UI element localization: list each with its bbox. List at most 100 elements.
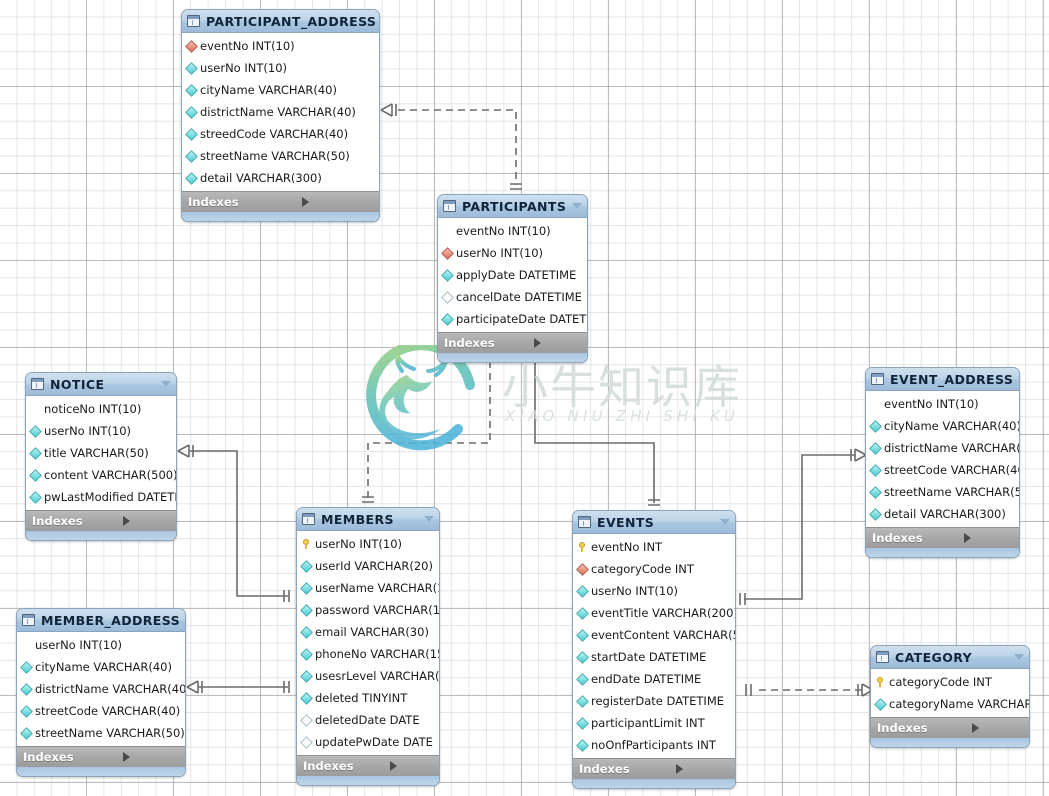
table-header-participant-address[interactable]: PARTICIPANT_ADDRESS (182, 10, 379, 33)
table-column[interactable]: registerDate DATETIME (573, 690, 735, 712)
table-column[interactable]: userNo INT(10) (182, 57, 379, 79)
table-column[interactable]: streetCode VARCHAR(40) (17, 700, 185, 722)
table-column[interactable]: applyDate DATETIME (438, 264, 587, 286)
expand-arrow-icon[interactable] (302, 197, 373, 207)
table-column[interactable]: eventContent VARCHAR(500) (573, 624, 735, 646)
table-column[interactable]: content VARCHAR(500) (26, 464, 176, 486)
expand-arrow-icon[interactable] (122, 516, 170, 526)
indexes-row[interactable]: Indexes (866, 527, 1019, 548)
table-column[interactable]: streetName VARCHAR(50) (182, 145, 379, 167)
table-column[interactable]: participantLimit INT (573, 712, 735, 734)
table-column[interactable]: userNo INT(10) (17, 634, 185, 656)
table-columns: userNo INT(10) userId VARCHAR(20) userName… (297, 531, 439, 755)
table-column[interactable]: streedCode VARCHAR(40) (182, 123, 379, 145)
table-column[interactable]: updatePwDate DATE (297, 731, 439, 753)
table-header-notice[interactable]: NOTICE (26, 373, 176, 396)
column-icon (29, 468, 42, 482)
expand-arrow-icon[interactable] (534, 338, 581, 348)
table-column[interactable]: deletedDate DATE (297, 709, 439, 731)
indexes-row[interactable]: Indexes (871, 717, 1029, 738)
table-column[interactable]: cityName VARCHAR(40) (866, 415, 1019, 437)
table-column[interactable]: noticeNo INT(10) (26, 398, 176, 420)
table-name: MEMBERS (321, 511, 394, 527)
table-column[interactable]: streetName VARCHAR(50) (866, 481, 1019, 503)
table-column[interactable]: categoryCode INT (573, 558, 735, 580)
table-column[interactable]: userNo INT(10) (438, 242, 587, 264)
table-header-participants[interactable]: PARTICIPANTS (438, 195, 587, 218)
table-column[interactable]: eventTitle VARCHAR(200) (573, 602, 735, 624)
table-column[interactable]: cityName VARCHAR(40) (17, 656, 185, 678)
table-entity-members[interactable]: MEMBERS userNo INT(10) userId VARCHAR(20) u… (296, 507, 440, 786)
table-column[interactable]: detail VARCHAR(300) (866, 503, 1019, 525)
table-entity-events[interactable]: EVENTS eventNo INT categoryCode INT userNo … (572, 510, 736, 789)
column-icon (300, 603, 313, 617)
table-header-event-address[interactable]: EVENT_ADDRESS (866, 368, 1019, 391)
indexes-row[interactable]: Indexes (297, 755, 439, 776)
table-column[interactable]: startDate DATETIME (573, 646, 735, 668)
table-column[interactable]: pwLastModified DATETIME (26, 486, 176, 508)
table-column[interactable]: categoryCode INT (871, 671, 1029, 693)
relation-member-address-members (186, 680, 290, 694)
table-footer (182, 212, 379, 221)
chevron-down-icon[interactable] (1014, 654, 1024, 660)
table-column[interactable]: deleted TINYINT (297, 687, 439, 709)
expand-arrow-icon[interactable] (675, 764, 729, 774)
table-column[interactable]: endDate DATETIME (573, 668, 735, 690)
indexes-row[interactable]: Indexes (438, 332, 587, 353)
table-column[interactable]: streetCode VARCHAR(40) (866, 459, 1019, 481)
table-entity-notice[interactable]: NOTICE noticeNo INT(10) userNo INT(10) titl… (25, 372, 177, 541)
table-column[interactable]: usesrLevel VARCHAR(5) (297, 665, 439, 687)
chevron-down-icon[interactable] (720, 519, 730, 525)
table-entity-participants[interactable]: PARTICIPANTS eventNo INT(10) userNo INT(10… (437, 194, 588, 363)
table-column[interactable]: categoryName VARCHAR(100) (871, 693, 1029, 715)
table-entity-category[interactable]: CATEGORY categoryCode INT categoryName VAR… (870, 645, 1030, 748)
indexes-row[interactable]: Indexes (26, 510, 176, 531)
chevron-down-icon[interactable] (161, 381, 171, 387)
expand-arrow-icon[interactable] (964, 533, 1013, 543)
chevron-down-icon[interactable] (424, 516, 434, 522)
column-label: streetCode VARCHAR(40) (884, 463, 1020, 477)
table-header-events[interactable]: EVENTS (573, 511, 735, 534)
column-icon (441, 312, 454, 326)
table-column[interactable]: userNo INT(10) (297, 533, 439, 555)
table-column[interactable]: detail VARCHAR(300) (182, 167, 379, 189)
table-column[interactable]: streetName VARCHAR(50) (17, 722, 185, 744)
table-header-member-address[interactable]: MEMBER_ADDRESS (17, 609, 185, 632)
relation-category-events (745, 683, 874, 697)
column-icon (20, 660, 33, 674)
chevron-down-icon[interactable] (185, 617, 186, 623)
table-column[interactable]: participateDate DATETIME (438, 308, 587, 330)
table-column[interactable]: userNo INT(10) (26, 420, 176, 442)
table-header-members[interactable]: MEMBERS (297, 508, 439, 531)
table-header-category[interactable]: CATEGORY (871, 646, 1029, 669)
table-column[interactable]: title VARCHAR(50) (26, 442, 176, 464)
table-column[interactable]: districtName VARCHAR(40) (866, 437, 1019, 459)
expand-arrow-icon[interactable] (389, 761, 433, 771)
chevron-down-icon[interactable] (1018, 376, 1019, 382)
table-column[interactable]: eventNo INT(10) (182, 35, 379, 57)
indexes-row[interactable]: Indexes (182, 191, 379, 212)
table-column[interactable]: userNo INT(10) (573, 580, 735, 602)
table-entity-participant-address[interactable]: PARTICIPANT_ADDRESS eventNo INT(10) userNo… (181, 9, 380, 222)
table-column[interactable]: phoneNo VARCHAR(15) (297, 643, 439, 665)
column-label: streedCode VARCHAR(40) (200, 127, 349, 141)
table-column[interactable]: cityName VARCHAR(40) (182, 79, 379, 101)
chevron-down-icon[interactable] (572, 203, 582, 209)
table-column[interactable]: email VARCHAR(30) (297, 621, 439, 643)
table-column[interactable]: password VARCHAR(100) (297, 599, 439, 621)
table-entity-member-address[interactable]: MEMBER_ADDRESS userNo INT(10) cityName VAR… (16, 608, 186, 777)
table-entity-event-address[interactable]: EVENT_ADDRESS eventNo INT(10) cityName VAR… (865, 367, 1020, 558)
table-column[interactable]: districtName VARCHAR(40) (17, 678, 185, 700)
table-column[interactable]: cancelDate DATETIME (438, 286, 587, 308)
expand-arrow-icon[interactable] (971, 723, 1023, 733)
table-column[interactable]: userName VARCHAR(10) (297, 577, 439, 599)
table-column[interactable]: districtName VARCHAR(40) (182, 101, 379, 123)
table-column[interactable]: noOnfParticipants INT (573, 734, 735, 756)
indexes-row[interactable]: Indexes (17, 746, 185, 767)
table-column[interactable]: eventNo INT(10) (866, 393, 1019, 415)
expand-arrow-icon[interactable] (122, 752, 179, 762)
table-column[interactable]: eventNo INT (573, 536, 735, 558)
indexes-row[interactable]: Indexes (573, 758, 735, 779)
table-column[interactable]: userId VARCHAR(20) (297, 555, 439, 577)
table-column[interactable]: eventNo INT(10) (438, 220, 587, 242)
